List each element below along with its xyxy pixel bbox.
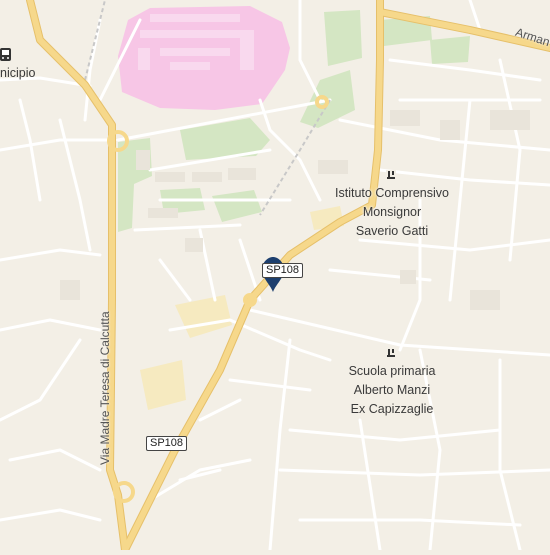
poi-line: Alberto Manzi <box>353 383 431 397</box>
place-label-municipio: nicipio <box>0 66 36 80</box>
poi-line: Scuola primaria <box>348 364 436 378</box>
bus-stop-icon[interactable] <box>0 48 11 61</box>
road-shield: SP108 <box>262 263 304 278</box>
poi-line: Monsignor <box>362 205 422 219</box>
street-label-via-madre-teresa: Via Madre Teresa di Calcutta <box>98 311 112 465</box>
school-icon[interactable] <box>386 170 396 180</box>
map-canvas[interactable]: SP108 SP108 Istituto Comprensivo Monsign… <box>0 0 550 554</box>
road-shield: SP108 <box>146 436 188 451</box>
poi-line: Ex Capizzaglie <box>350 402 434 416</box>
poi-line: Saverio Gatti <box>355 224 429 238</box>
poi-label-school-manzi[interactable]: Scuola primaria Alberto Manzi Ex Capizza… <box>322 362 462 419</box>
school-icon[interactable] <box>386 348 396 358</box>
poi-label-school-gatti[interactable]: Istituto Comprensivo Monsignor Saverio G… <box>322 184 462 241</box>
poi-line: Istituto Comprensivo <box>335 186 449 200</box>
